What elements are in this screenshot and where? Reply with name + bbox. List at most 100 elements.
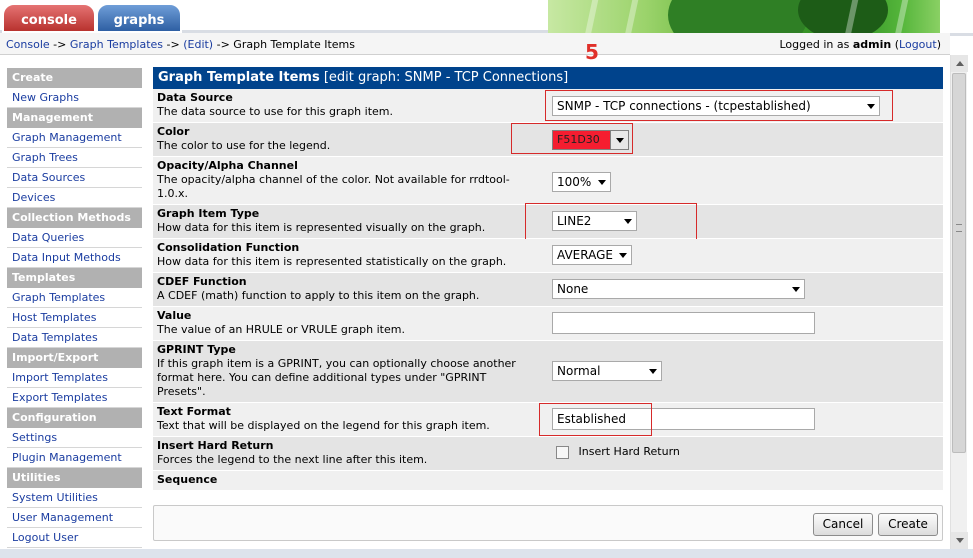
row-insert-hard-return: Insert Hard Return Forces the legend to t…	[153, 437, 943, 471]
panel-subtitle: [edit graph: SNMP - TCP Connections]	[323, 70, 569, 85]
sidebar-item-data-sources[interactable]: Data Sources	[7, 168, 142, 188]
sidebar-item-host-templates[interactable]: Host Templates	[7, 308, 142, 328]
consolidation-desc: How data for this item is represented st…	[157, 255, 507, 268]
chevron-down-icon	[792, 287, 800, 292]
consolidation-value: AVERAGE	[557, 248, 613, 262]
cdef-value: None	[557, 282, 589, 296]
tab-console[interactable]: console	[2, 3, 96, 33]
sidebar-item-data-input-methods[interactable]: Data Input Methods	[7, 248, 142, 268]
sidebar-item-graph-management[interactable]: Graph Management	[7, 128, 142, 148]
chevron-down-icon	[649, 369, 657, 374]
sidebar-section-management: Management	[7, 108, 142, 128]
graph-template-item-form: Graph Template Items [edit graph: SNMP -…	[153, 67, 943, 491]
sidebar-item-logout-user[interactable]: Logout User	[7, 528, 142, 548]
row-color: Color The color to use for the legend. F5…	[153, 123, 943, 157]
sidebar-item-graph-trees[interactable]: Graph Trees	[7, 148, 142, 168]
scroll-down-button[interactable]	[951, 532, 968, 549]
scrollbar-thumb[interactable]	[952, 73, 966, 453]
sidebar-item-export-templates[interactable]: Export Templates	[7, 388, 142, 408]
form-footer: Cancel Create	[153, 505, 943, 541]
banner-artwork	[548, 0, 940, 33]
login-username: admin	[852, 38, 892, 51]
sidebar-section-templates: Templates	[7, 268, 142, 288]
row-sequence: Sequence	[153, 471, 943, 491]
gprint-type-select[interactable]: Normal	[552, 361, 662, 381]
chevron-down-icon	[619, 253, 627, 258]
breadcrumb-edit-link[interactable]: (Edit)	[183, 38, 213, 51]
cancel-button[interactable]: Cancel	[813, 513, 873, 536]
sidebar-item-import-templates[interactable]: Import Templates	[7, 368, 142, 388]
scroll-up-button[interactable]	[951, 55, 968, 72]
color-label: Color	[157, 125, 190, 138]
sidebar-item-settings[interactable]: Settings	[7, 428, 142, 448]
text-format-desc: Text that will be displayed on the legen…	[157, 419, 490, 432]
item-type-label: Graph Item Type	[157, 207, 260, 220]
window-bottom-edge	[0, 549, 973, 558]
opacity-desc: The opacity/alpha channel of the color. …	[157, 173, 510, 200]
text-format-label: Text Format	[157, 405, 231, 418]
breadcrumb-bar: Console -> Graph Templates -> (Edit) -> …	[0, 33, 950, 55]
sidebar: Create New Graphs Management Graph Manageme…	[7, 68, 142, 548]
sidebar-section-configuration: Configuration	[7, 408, 142, 428]
arrow-down-icon	[956, 538, 964, 543]
tab-graphs[interactable]: graphs	[96, 3, 182, 33]
breadcrumb-separator: ->	[163, 38, 184, 51]
top-banner: console graphs	[0, 0, 973, 36]
login-status: Logged in as admin (Logout)	[779, 38, 941, 51]
sidebar-item-data-queries[interactable]: Data Queries	[7, 228, 142, 248]
data-source-desc: The data source to use for this graph it…	[157, 105, 393, 118]
sidebar-item-graph-templates[interactable]: Graph Templates	[7, 288, 142, 308]
sidebar-section-create: Create	[7, 68, 142, 88]
breadcrumb-console-link[interactable]: Console	[6, 38, 50, 51]
sidebar-item-devices[interactable]: Devices	[7, 188, 142, 208]
hard-return-checkbox-label[interactable]: Insert Hard Return	[579, 445, 680, 458]
sidebar-item-data-templates[interactable]: Data Templates	[7, 328, 142, 348]
breadcrumb-current: Graph Template Items	[233, 38, 355, 51]
gprint-desc: If this graph item is a GPRINT, you can …	[157, 357, 516, 398]
breadcrumb-separator: ->	[213, 38, 234, 51]
highlight-box	[511, 123, 633, 154]
value-input[interactable]	[552, 312, 815, 334]
hard-return-desc: Forces the legend to the next line after…	[157, 453, 428, 466]
data-source-label: Data Source	[157, 91, 233, 104]
sidebar-item-user-management[interactable]: User Management	[7, 508, 142, 528]
logout-link[interactable]: Logout	[899, 38, 937, 51]
value-desc: The value of an HRULE or VRULE graph ite…	[157, 323, 405, 336]
breadcrumb-graph-templates-link[interactable]: Graph Templates	[70, 38, 163, 51]
panel-title: Graph Template Items	[158, 70, 320, 85]
row-data-source: Data Source The data source to use for th…	[153, 89, 943, 123]
gprint-label: GPRINT Type	[157, 343, 236, 356]
sidebar-section-utilities: Utilities	[7, 468, 142, 488]
consolidation-label: Consolidation Function	[157, 241, 300, 254]
consolidation-function-select[interactable]: AVERAGE	[552, 245, 632, 265]
row-gprint-type: GPRINT Type If this graph item is a GPRIN…	[153, 341, 943, 403]
item-type-desc: How data for this item is represented vi…	[157, 221, 486, 234]
breadcrumb-separator: ->	[49, 38, 70, 51]
logout-close-paren: )	[936, 38, 941, 51]
cdef-label: CDEF Function	[157, 275, 247, 288]
logout-open-paren: (	[891, 38, 900, 51]
opacity-select[interactable]: 100%	[552, 172, 611, 192]
highlight-box	[539, 403, 652, 436]
sidebar-item-new-graphs[interactable]: New Graphs	[7, 88, 142, 108]
sidebar-section-import-export: Import/Export	[7, 348, 142, 368]
arrow-up-icon	[956, 61, 964, 66]
color-desc: The color to use for the legend.	[157, 139, 331, 152]
row-consolidation-function: Consolidation Function How data for this …	[153, 239, 943, 273]
opacity-value: 100%	[557, 175, 592, 189]
sidebar-item-plugin-management[interactable]: Plugin Management	[7, 448, 142, 468]
row-opacity: Opacity/Alpha Channel The opacity/alpha c…	[153, 157, 943, 205]
cdef-function-select[interactable]: None	[552, 279, 805, 299]
gprint-value: Normal	[557, 364, 601, 378]
row-text-format: Text Format Text that will be displayed o…	[153, 403, 943, 437]
sidebar-item-system-utilities[interactable]: System Utilities	[7, 488, 142, 508]
annotation-step-number: 5	[585, 40, 599, 64]
sidebar-section-collection-methods: Collection Methods	[7, 208, 142, 228]
hard-return-checkbox[interactable]	[556, 445, 569, 459]
create-button[interactable]: Create	[878, 513, 938, 536]
row-cdef-function: CDEF Function A CDEF (math) function to a…	[153, 273, 943, 307]
chevron-down-icon	[598, 180, 606, 185]
vertical-scrollbar[interactable]	[950, 55, 968, 549]
sequence-label: Sequence	[157, 473, 218, 486]
hard-return-label: Insert Hard Return	[157, 439, 274, 452]
